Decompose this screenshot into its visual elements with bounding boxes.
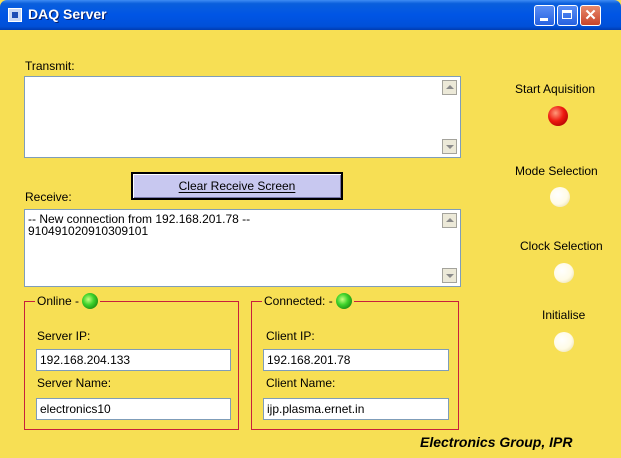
close-icon: ✕ xyxy=(584,7,597,24)
maximize-button[interactable] xyxy=(557,5,578,26)
server-ip-label: Server IP: xyxy=(37,329,91,343)
online-group: Online - Server IP: 192.168.204.133 Serv… xyxy=(24,290,239,430)
connected-title-text: Connected: - xyxy=(264,294,333,308)
initialise-led-icon[interactable] xyxy=(554,332,574,352)
daq-server-window: DAQ Server ✕ Transmit: Clear Receive Scr… xyxy=(0,0,621,458)
scroll-up-arrow-icon[interactable] xyxy=(442,80,457,95)
server-ip-field[interactable]: 192.168.204.133 xyxy=(36,349,231,371)
transmit-label: Transmit: xyxy=(25,59,75,73)
clear-receive-screen-button[interactable]: Clear Receive Screen xyxy=(131,172,343,200)
connected-group: Connected: - Client IP: 192.168.201.78 C… xyxy=(251,290,459,430)
transmit-scrollbar[interactable] xyxy=(442,78,459,156)
online-status-led-icon xyxy=(79,290,102,312)
minimize-button[interactable] xyxy=(534,5,555,26)
clock-selection-label: Clock Selection xyxy=(520,239,603,253)
footer-credit: Electronics Group, IPR xyxy=(420,434,573,450)
mode-selection-label: Mode Selection xyxy=(515,164,598,178)
connected-group-title: Connected: - xyxy=(262,290,355,312)
scroll-down-arrow-icon[interactable] xyxy=(442,268,457,283)
receive-textarea[interactable]: -- New connection from 192.168.201.78 --… xyxy=(24,209,461,287)
initialise-label: Initialise xyxy=(542,308,586,322)
server-name-field[interactable]: electronics10 xyxy=(36,398,231,420)
online-title-text: Online - xyxy=(37,294,80,308)
clock-selection-led-icon[interactable] xyxy=(554,263,574,283)
receive-line: 910491020910309101 xyxy=(28,224,149,238)
server-name-label: Server Name: xyxy=(37,376,112,390)
transmit-textarea[interactable] xyxy=(24,76,461,158)
start-aquisition-led-icon[interactable] xyxy=(548,106,568,126)
app-icon[interactable] xyxy=(8,8,22,22)
window-title: DAQ Server xyxy=(28,6,107,22)
close-button[interactable]: ✕ xyxy=(580,5,601,26)
scroll-up-arrow-icon[interactable] xyxy=(442,213,457,228)
connected-status-led-icon xyxy=(332,290,355,312)
client-ip-label: Client IP: xyxy=(266,329,315,343)
scroll-down-arrow-icon[interactable] xyxy=(442,139,457,154)
receive-label: Receive: xyxy=(25,190,72,204)
client-name-label: Client Name: xyxy=(266,376,336,390)
start-aquisition-label: Start Aquisition xyxy=(515,82,596,96)
receive-content: -- New connection from 192.168.201.78 --… xyxy=(28,213,440,237)
client-ip-field[interactable]: 192.168.201.78 xyxy=(263,349,449,371)
receive-scrollbar[interactable] xyxy=(442,211,459,285)
mode-selection-led-icon[interactable] xyxy=(550,187,570,207)
online-group-title: Online - xyxy=(35,290,102,312)
client-name-field[interactable]: ijp.plasma.ernet.in xyxy=(263,398,449,420)
title-bar[interactable]: DAQ Server ✕ xyxy=(0,0,621,30)
